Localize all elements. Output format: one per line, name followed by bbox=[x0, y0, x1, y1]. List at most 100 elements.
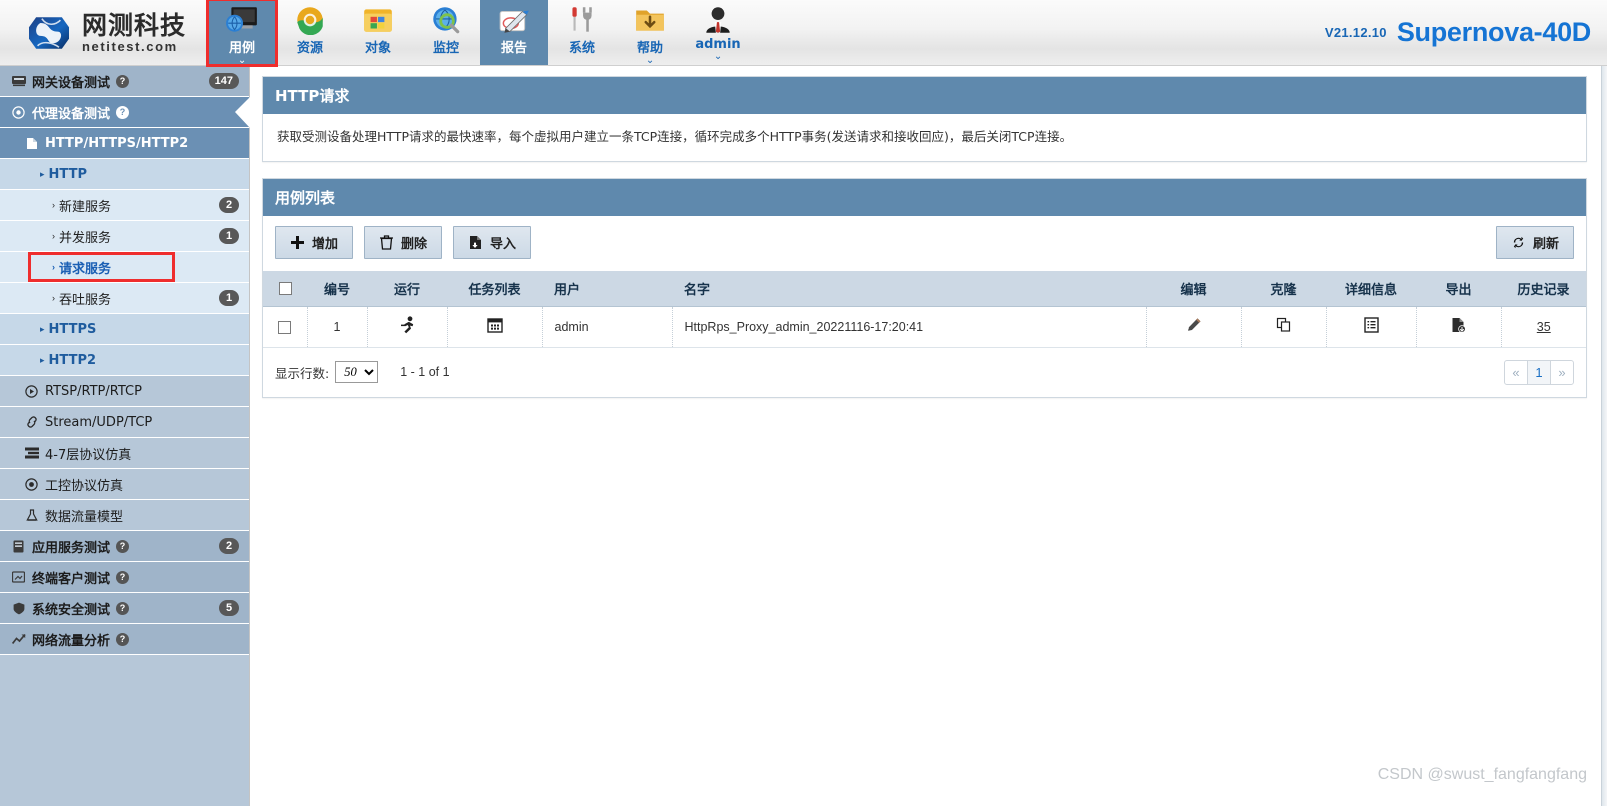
sidebar-item-label: 系统安全测试 bbox=[32, 602, 111, 618]
help-icon[interactable]: ? bbox=[116, 74, 130, 88]
sidebar-item-proxy-test[interactable]: 代理设备测试 ? bbox=[0, 97, 250, 128]
play-circle-icon bbox=[24, 384, 39, 398]
link-icon bbox=[24, 416, 39, 428]
table-row[interactable]: 1 admin HttpRps_Proxy_admin_20221116-17:… bbox=[263, 306, 1586, 348]
copy-icon[interactable] bbox=[1276, 317, 1292, 337]
sidebar-item-label: 4-7层协议仿真 bbox=[45, 447, 132, 463]
add-button[interactable]: 增加 bbox=[275, 225, 354, 259]
column-id: 编号 bbox=[307, 270, 367, 307]
sidebar-item-new-service[interactable]: › 新建服务 2 bbox=[0, 190, 249, 221]
cell-history[interactable]: 35 bbox=[1501, 306, 1586, 348]
cell-export[interactable] bbox=[1416, 306, 1502, 348]
sidebar-item-label: 应用服务测试 bbox=[32, 540, 111, 556]
sidebar-item-label: 吞吐服务 bbox=[59, 292, 112, 308]
sidebar-item-label: 新建服务 bbox=[59, 199, 112, 215]
history-link[interactable]: 35 bbox=[1537, 320, 1551, 334]
select-all-checkbox[interactable] bbox=[278, 281, 292, 295]
sidebar-item-label: 数据流量模型 bbox=[45, 509, 124, 525]
cell-edit[interactable] bbox=[1146, 306, 1242, 348]
sidebar-item-concurrent-service[interactable]: › 并发服务 1 bbox=[0, 221, 249, 252]
cell-id: 1 bbox=[307, 306, 368, 348]
cell-task-list[interactable] bbox=[447, 306, 543, 348]
report-icon bbox=[499, 10, 529, 33]
record-count: 1 - 1 of 1 bbox=[400, 365, 450, 380]
export-icon[interactable] bbox=[1451, 317, 1466, 337]
nav-label: 监控 bbox=[433, 41, 460, 56]
import-button[interactable]: 导入 bbox=[453, 225, 532, 259]
delete-button-label: 删除 bbox=[401, 236, 428, 252]
nav-item-help[interactable]: 帮助 ⌄ bbox=[616, 0, 684, 66]
nav-item-system[interactable]: 系统 bbox=[548, 0, 616, 65]
pagination-next[interactable]: » bbox=[1550, 359, 1574, 385]
sidebar-item-stream-udp-tcp[interactable]: Stream/UDP/TCP bbox=[0, 407, 249, 438]
nav-item-use-case[interactable]: 用例 ⌄ bbox=[206, 0, 279, 67]
delete-button[interactable]: 删除 bbox=[364, 225, 443, 259]
chevron-right-icon: › bbox=[52, 262, 55, 272]
gateway-icon bbox=[11, 75, 26, 87]
nav-item-monitor[interactable]: 监控 bbox=[412, 0, 480, 65]
sidebar-item-terminal-client-test[interactable]: 终端客户测试 ? bbox=[0, 562, 249, 593]
refresh-button[interactable]: 刷新 bbox=[1495, 225, 1574, 259]
pagination-page-1[interactable]: 1 bbox=[1527, 359, 1551, 385]
chevron-right-icon: › bbox=[52, 231, 55, 241]
sidebar-badge: 1 bbox=[219, 290, 239, 306]
sidebar-item-system-security-test[interactable]: 系统安全测试 ? 5 bbox=[0, 593, 249, 624]
run-person-icon[interactable] bbox=[399, 316, 416, 338]
sidebar-item-label: 网络流量分析 bbox=[32, 633, 111, 649]
nav-item-admin[interactable]: admin ⌄ bbox=[684, 0, 752, 65]
sidebar-item-app-service-test[interactable]: 应用服务测试 ? 2 bbox=[0, 531, 249, 562]
rows-per-page-label: 显示行数: bbox=[275, 365, 330, 381]
cell-detail[interactable] bbox=[1326, 306, 1417, 348]
info-panel: HTTP请求 获取受测设备处理HTTP请求的最快速率，每个虚拟用户建立一条TCP… bbox=[262, 76, 1587, 162]
sidebar-item-http[interactable]: ▸ HTTP bbox=[0, 159, 249, 190]
sidebar-item-gateway-test[interactable]: 网关设备测试 ? 147 bbox=[0, 66, 249, 97]
cell-user: admin bbox=[542, 306, 673, 348]
add-button-label: 增加 bbox=[312, 236, 339, 252]
help-icon[interactable]: ? bbox=[116, 601, 130, 615]
proxy-icon bbox=[11, 105, 26, 119]
help-icon[interactable]: ? bbox=[116, 105, 130, 119]
sidebar-item-https[interactable]: ▸ HTTPS bbox=[0, 314, 249, 345]
nav-item-object[interactable]: 对象 bbox=[344, 0, 412, 65]
right-scroll-rail[interactable] bbox=[1601, 66, 1607, 806]
logo-text-en: netitest.com bbox=[82, 38, 178, 54]
case-table: 编号 运行 任务列表 用户 名字 编辑 克隆 详细信息 导出 历史记录 1 ad… bbox=[263, 270, 1586, 348]
logo-text-cn: 网测科技 bbox=[82, 10, 187, 40]
sidebar-item-ics-emulation[interactable]: 工控协议仿真 bbox=[0, 469, 249, 500]
app-header: 网测科技 netitest.com 用例 ⌄ 资源 对象 监控 报告 系统 帮助… bbox=[0, 0, 1607, 67]
calendar-icon[interactable] bbox=[486, 317, 503, 337]
page-body: 网关设备测试 ? 147 代理设备测试 ? HTTP/HTTPS/HTTP2 ▸… bbox=[0, 66, 1607, 806]
sidebar-item-network-traffic-analysis[interactable]: 网络流量分析 ? bbox=[0, 624, 249, 655]
help-icon[interactable]: ? bbox=[116, 632, 130, 646]
sidebar-item-throughput-service[interactable]: › 吞吐服务 1 bbox=[0, 283, 249, 314]
sidebar-item-label: HTTP bbox=[48, 166, 87, 182]
nav-item-report[interactable]: 报告 bbox=[480, 0, 549, 65]
pagination-prev[interactable]: « bbox=[1504, 359, 1528, 385]
chevron-down-icon: ⌄ bbox=[645, 55, 655, 66]
cell-run[interactable] bbox=[367, 306, 448, 348]
cell-clone[interactable] bbox=[1241, 306, 1327, 348]
product-name: Supernova-40D bbox=[1396, 17, 1591, 47]
rows-per-page-select[interactable]: 50 bbox=[335, 361, 379, 384]
chevron-down-icon: ⌄ bbox=[713, 51, 723, 62]
brand-logo[interactable]: 网测科技 netitest.com bbox=[0, 0, 208, 65]
sidebar-item-rtsp[interactable]: RTSP/RTP/RTCP bbox=[0, 376, 249, 407]
help-icon[interactable]: ? bbox=[116, 570, 130, 584]
sidebar-item-label: 请求服务 bbox=[59, 261, 112, 277]
sidebar-item-http-https-http2[interactable]: HTTP/HTTPS/HTTP2 bbox=[0, 128, 249, 159]
nav-label: 资源 bbox=[297, 41, 324, 56]
sidebar-item-traffic-model[interactable]: 数据流量模型 bbox=[0, 500, 249, 531]
sidebar-item-l4-l7-emulation[interactable]: 4-7层协议仿真 bbox=[0, 438, 249, 469]
nav-item-resource[interactable]: 资源 bbox=[276, 0, 344, 65]
list-detail-icon[interactable] bbox=[1363, 317, 1379, 337]
sidebar-item-request-service[interactable]: › 请求服务 bbox=[0, 252, 249, 283]
refresh-icon bbox=[1513, 236, 1524, 248]
sidebar-item-http2[interactable]: ▸ HTTP2 bbox=[0, 345, 249, 376]
sidebar-item-label: 代理设备测试 bbox=[32, 106, 111, 122]
pencil-icon[interactable] bbox=[1186, 317, 1202, 337]
case-table-header-row: 编号 运行 任务列表 用户 名字 编辑 克隆 详细信息 导出 历史记录 bbox=[263, 270, 1586, 307]
trash-icon bbox=[380, 235, 394, 250]
column-export: 导出 bbox=[1416, 270, 1501, 307]
help-icon[interactable]: ? bbox=[116, 539, 130, 553]
row-checkbox[interactable] bbox=[278, 320, 292, 334]
